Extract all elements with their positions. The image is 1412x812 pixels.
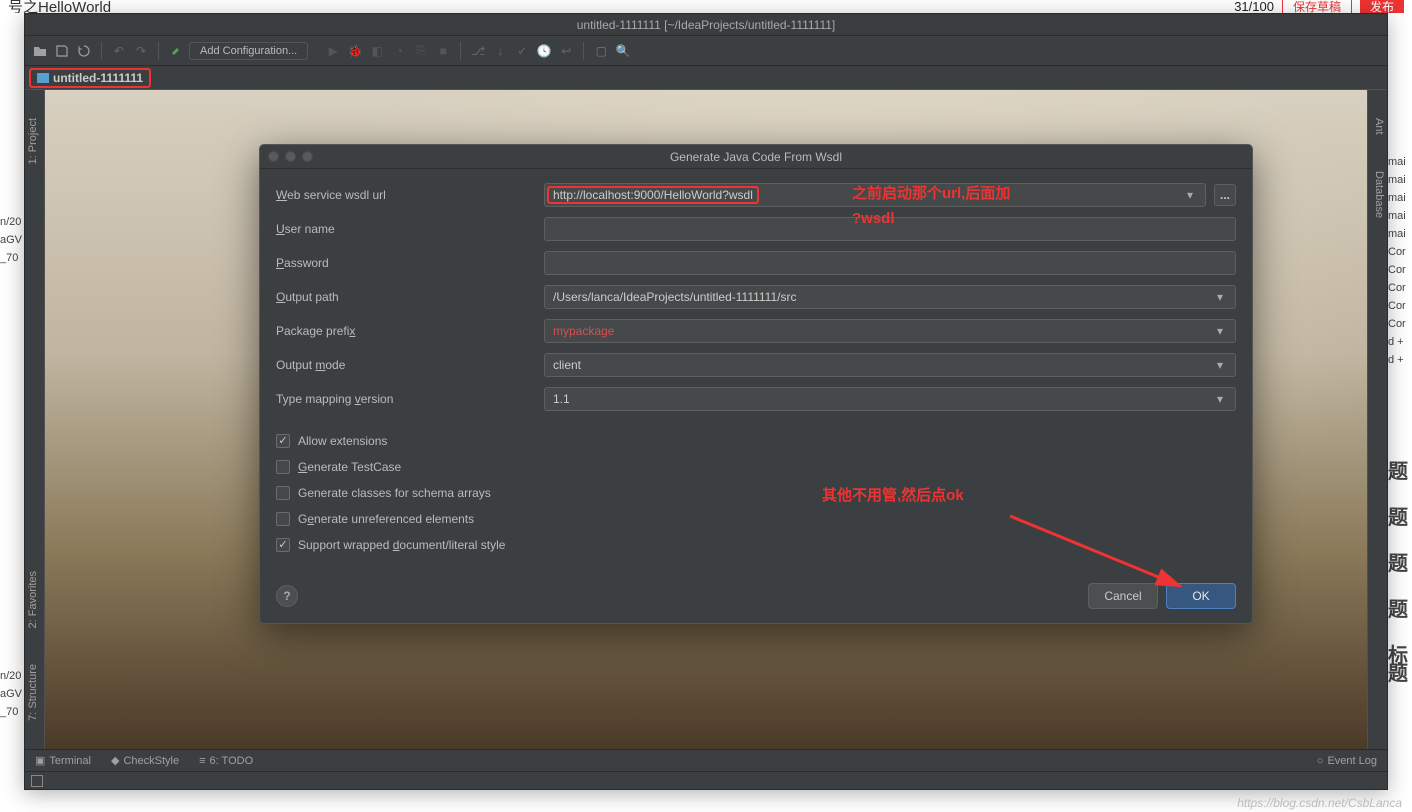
ide-titlebar: untitled-1111111 [~/IdeaProjects/untitle… [25,14,1387,36]
checkbox-icon [276,434,290,448]
hammer-icon[interactable] [167,42,185,60]
status-eventlog[interactable]: ○ Event Log [1317,755,1377,767]
watermark-text: https://blog.csdn.net/CsbLanca [1237,796,1402,810]
chevron-down-icon[interactable]: ▾ [1213,392,1227,406]
dialog-titlebar: Generate Java Code From Wsdl [260,145,1252,169]
label-output-mode: Output mode [276,358,536,372]
output-path-value: /Users/lanca/IdeaProjects/untitled-11111… [553,290,796,304]
history-icon[interactable]: 🕓 [535,42,553,60]
package-prefix-combo[interactable]: mypackage ▾ [544,319,1236,343]
annotation-url-1: 之前启动那个url,后面加 [852,182,1010,203]
vcs-icon[interactable]: ⎇ [469,42,487,60]
check-generate-schema-arrays[interactable]: Generate classes for schema arrays [276,485,1236,501]
commit-icon[interactable]: ✓ [513,42,531,60]
window-layout-icon[interactable] [31,775,43,787]
minimize-icon[interactable] [285,151,296,162]
password-field[interactable] [544,251,1236,275]
label-output-path: Output path [276,290,536,304]
help-button[interactable]: ? [276,585,298,607]
dialog-title: Generate Java Code From Wsdl [670,150,842,164]
update-icon[interactable]: ↓ [491,42,509,60]
label-type-mapping: Type mapping version [276,392,536,406]
status-terminal[interactable]: ▣ Terminal [35,754,91,767]
folder-icon [37,73,49,83]
annotation-ok: 其他不用管,然后点ok [822,484,964,505]
coverage-icon[interactable]: ◧ [368,42,386,60]
debug-icon[interactable]: 🐞 [346,42,364,60]
checkbox-icon [276,460,290,474]
tab-structure[interactable]: 7: Structure [25,656,41,729]
undo-icon[interactable]: ↶ [110,42,128,60]
checkbox-icon [276,486,290,500]
label-package-prefix: Package prefix [276,324,536,338]
background-left-strip: n/20 aGV _70 n/20 aGV _70 [0,13,24,790]
annotation-arrow [1000,506,1200,606]
check-generate-testcase[interactable]: Generate TestCase [276,459,1236,475]
browse-button[interactable]: ... [1214,184,1236,206]
checkbox-icon [276,512,290,526]
left-tool-gutter: 1: Project 2: Favorites 7: Structure [25,90,45,749]
profiler-icon[interactable]: ◔ [390,42,408,60]
chevron-down-icon[interactable]: ▾ [1213,290,1227,304]
counter-text: 31/100 [1234,0,1274,14]
redo-icon[interactable]: ↷ [132,42,150,60]
stop-icon[interactable]: ■ [434,42,452,60]
chevron-down-icon[interactable]: ▾ [1213,324,1227,338]
wsdl-url-value: http://localhost:9000/HelloWorld?wsdl [547,186,759,204]
maximize-icon[interactable] [302,151,313,162]
output-path-combo[interactable]: /Users/lanca/IdeaProjects/untitled-11111… [544,285,1236,309]
type-mapping-value: 1.1 [553,392,570,406]
annotation-url-2: ?wsdl [852,210,895,227]
close-icon[interactable] [268,151,279,162]
add-configuration-button[interactable]: Add Configuration... [189,42,308,60]
breadcrumb-root[interactable]: untitled-1111111 [29,68,151,88]
structure-icon[interactable]: ▢ [592,42,610,60]
background-right-strip: maimaimaimaimaiCorCorCorCorCord +d + 题 题… [1388,13,1412,790]
output-mode-value: client [553,358,581,372]
label-username: User name [276,222,536,236]
ide-window-title: untitled-1111111 [~/IdeaProjects/untitle… [577,18,836,32]
save-icon[interactable] [53,42,71,60]
tab-ant[interactable]: Ant [1368,110,1387,143]
breadcrumb-bar: untitled-1111111 [25,66,1387,90]
label-password: Password [276,256,536,270]
check-allow-extensions[interactable]: Allow extensions [276,433,1236,449]
checkbox-icon [276,538,290,552]
open-icon[interactable] [31,42,49,60]
chevron-down-icon[interactable]: ▾ [1213,358,1227,372]
status-todo[interactable]: ≡ 6: TODO [199,754,253,767]
breadcrumb-label: untitled-1111111 [53,71,143,85]
tab-database[interactable]: Database [1368,163,1387,226]
type-mapping-combo[interactable]: 1.1 ▾ [544,387,1236,411]
search-icon[interactable]: 🔍 [614,42,632,60]
chevron-down-icon[interactable]: ▾ [1183,188,1197,202]
output-mode-combo[interactable]: client ▾ [544,353,1236,377]
ide-toolbar: ↶ ↷ Add Configuration... ▶ 🐞 ◧ ◔ ⎘ ■ ⎇ ↓… [25,36,1387,66]
right-tool-gutter: Ant Database [1367,90,1387,749]
package-prefix-value: mypackage [553,324,614,338]
label-wsdl-url: Web service wsdl url [276,188,536,202]
ide-bottom-strip [25,771,1387,789]
run-icon[interactable]: ▶ [324,42,342,60]
refresh-icon[interactable] [75,42,93,60]
attach-icon[interactable]: ⎘ [412,42,430,60]
revert-icon[interactable]: ↩ [557,42,575,60]
status-checkstyle[interactable]: ◆ CheckStyle [111,754,179,767]
tab-project[interactable]: 1: Project [25,110,41,172]
tab-favorites[interactable]: 2: Favorites [25,563,41,636]
status-bar: ▣ Terminal ◆ CheckStyle ≡ 6: TODO ○ Even… [25,749,1387,771]
